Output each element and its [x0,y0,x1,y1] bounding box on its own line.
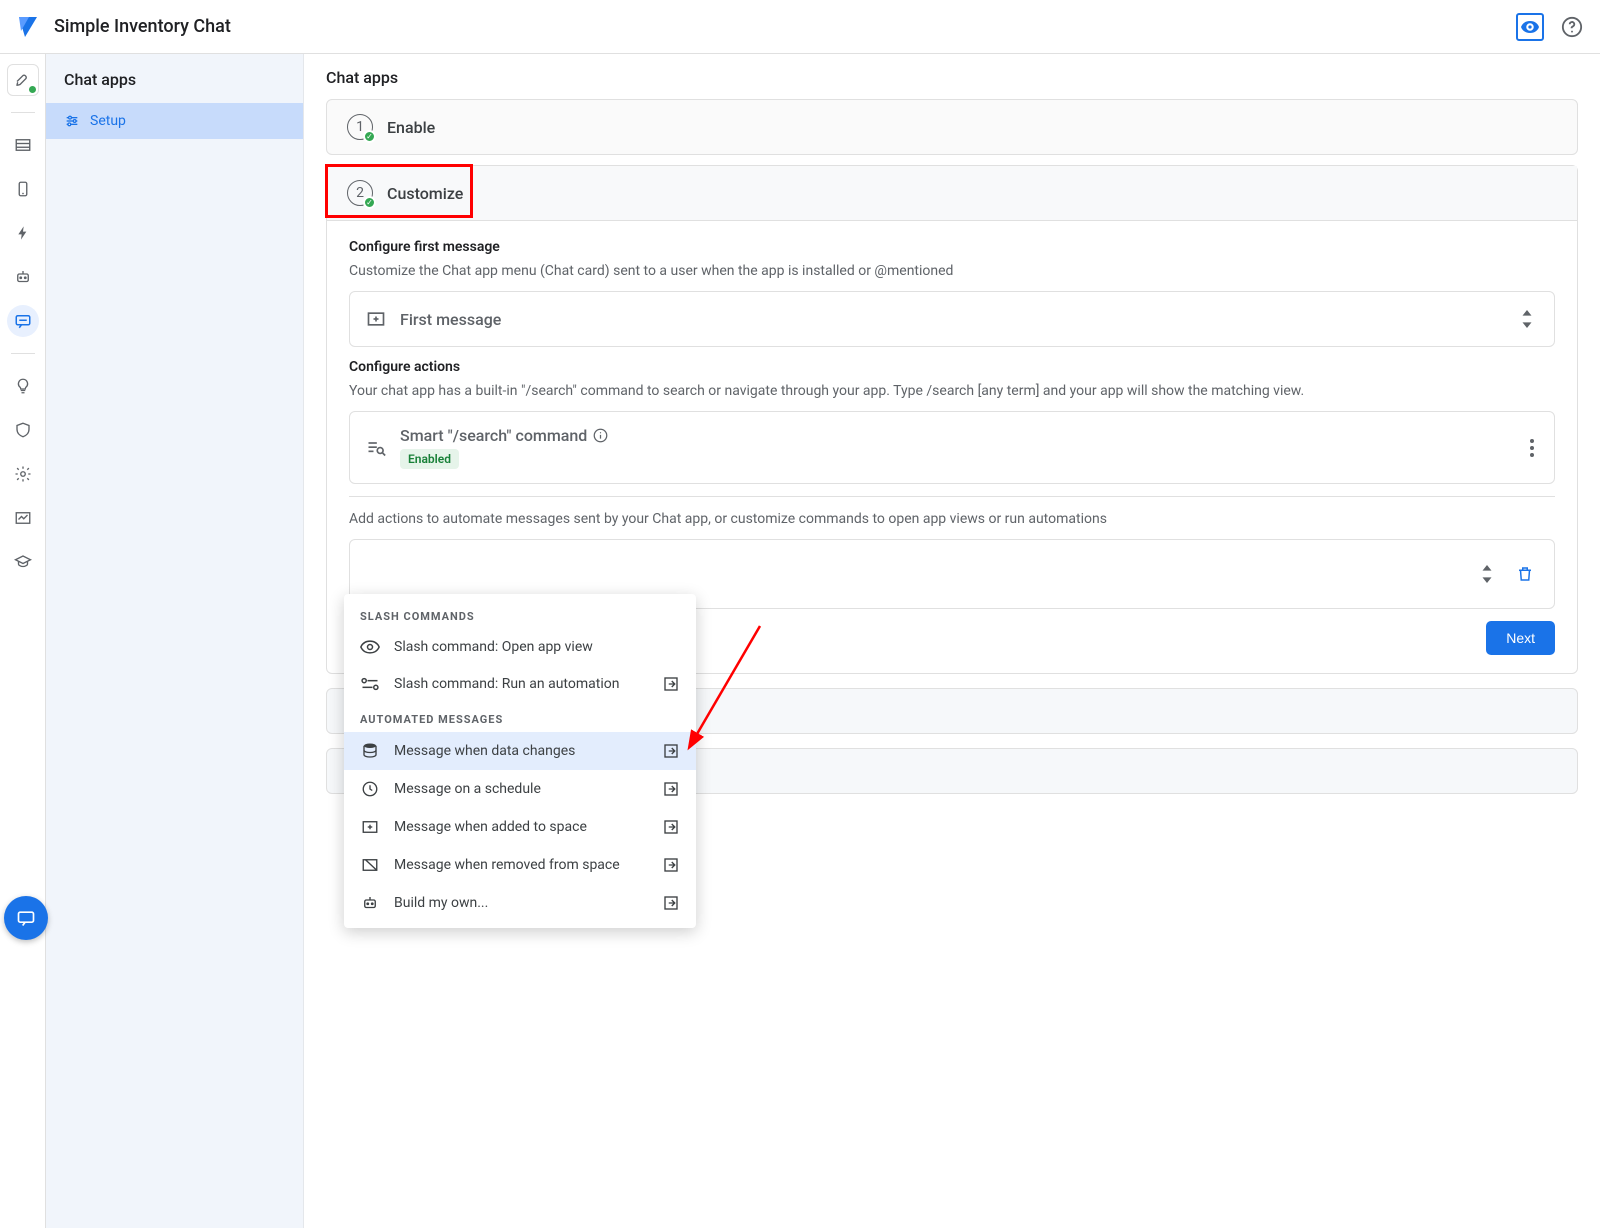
add-card-icon [366,309,386,329]
rail-bulb-icon[interactable] [7,370,39,402]
open-in-icon [662,894,680,912]
popup-label: Message on a schedule [394,781,541,797]
open-in-icon [662,856,680,874]
search-command-label: Smart "/search" command [400,426,587,445]
sidenav-item-label: Setup [90,113,126,129]
rail-bolt-icon[interactable] [7,217,39,249]
popup-item-data-changes[interactable]: Message when data changes [344,732,696,770]
next-button[interactable]: Next [1486,621,1555,655]
search-command-row[interactable]: Smart "/search" command Enabled [349,411,1555,484]
panel-enable[interactable]: 1✓ Enable [326,99,1578,155]
rail-grad-icon[interactable] [7,546,39,578]
sidenav-title: Chat apps [46,54,303,103]
flow-icon [360,676,380,692]
divider [349,496,1555,497]
open-in-icon [662,818,680,836]
rail-chart-icon[interactable] [7,502,39,534]
kebab-icon[interactable] [1526,435,1538,461]
first-message-row[interactable]: First message [349,291,1555,347]
first-message-label: First message [400,310,1502,329]
icon-rail [0,54,46,1228]
panel-customize-header[interactable]: 2✓ Customize [327,166,1577,221]
side-nav: Chat apps Setup [46,54,304,1228]
open-in-icon [662,780,680,798]
first-msg-desc: Customize the Chat app menu (Chat card) … [349,263,1555,279]
status-dot [28,85,37,94]
actions-title: Configure actions [349,359,1555,375]
chat-fab[interactable] [4,896,48,940]
popup-item-open-view[interactable]: Slash command: Open app view [344,629,696,665]
popup-label: Slash command: Run an automation [394,676,619,692]
popup-label: Build my own... [394,895,488,911]
first-msg-title: Configure first message [349,239,1555,255]
app-title: Simple Inventory Chat [54,16,231,37]
rail-bot-icon[interactable] [7,261,39,293]
open-in-icon [662,742,680,760]
action-popup: SLASH COMMANDS Slash command: Open app v… [344,594,696,928]
step-label-customize: Customize [387,184,463,203]
tune-icon [64,113,80,129]
preview-button[interactable] [1516,13,1544,41]
expand-icon[interactable] [1476,561,1498,587]
help-icon[interactable] [1558,13,1586,41]
top-bar: Simple Inventory Chat [0,0,1600,54]
delete-icon[interactable] [1512,561,1538,587]
add-card-icon [360,818,380,836]
popup-item-removed-space[interactable]: Message when removed from space [344,846,696,884]
popup-label: Message when removed from space [394,857,620,873]
rail-chat-icon[interactable] [7,305,39,337]
appsheet-logo [14,14,40,40]
popup-label: Message when data changes [394,743,575,759]
clock-icon [360,780,380,798]
sidenav-item-setup[interactable]: Setup [46,103,303,139]
remove-card-icon [360,856,380,874]
actions-desc: Your chat app has a built-in "/search" c… [349,383,1555,399]
rail-shield-icon[interactable] [7,414,39,446]
step-badge-2: 2✓ [347,180,373,206]
rail-data-icon[interactable] [7,129,39,161]
popup-label: Slash command: Open app view [394,639,593,655]
popup-item-added-space[interactable]: Message when added to space [344,808,696,846]
bot-icon [360,894,380,912]
rail-gear-icon[interactable] [7,458,39,490]
popup-item-build-own[interactable]: Build my own... [344,884,696,922]
popup-heading-auto: AUTOMATED MESSAGES [344,703,696,732]
popup-label: Message when added to space [394,819,587,835]
main-title: Chat apps [326,68,1578,87]
rail-mobile-icon[interactable] [7,173,39,205]
database-icon [360,742,380,760]
add-actions-desc: Add actions to automate messages sent by… [349,511,1555,527]
info-icon[interactable] [593,428,608,443]
search-list-icon [366,438,386,458]
eye-icon [360,640,380,654]
rail-rocket[interactable] [7,64,39,96]
step-badge-1: 1✓ [347,114,373,140]
enabled-chip: Enabled [400,449,459,469]
expand-icon[interactable] [1516,306,1538,332]
popup-item-schedule[interactable]: Message on a schedule [344,770,696,808]
step-label-enable: Enable [387,118,435,137]
open-in-icon [662,675,680,693]
popup-item-run-automation[interactable]: Slash command: Run an automation [344,665,696,703]
popup-heading-slash: SLASH COMMANDS [344,600,696,629]
